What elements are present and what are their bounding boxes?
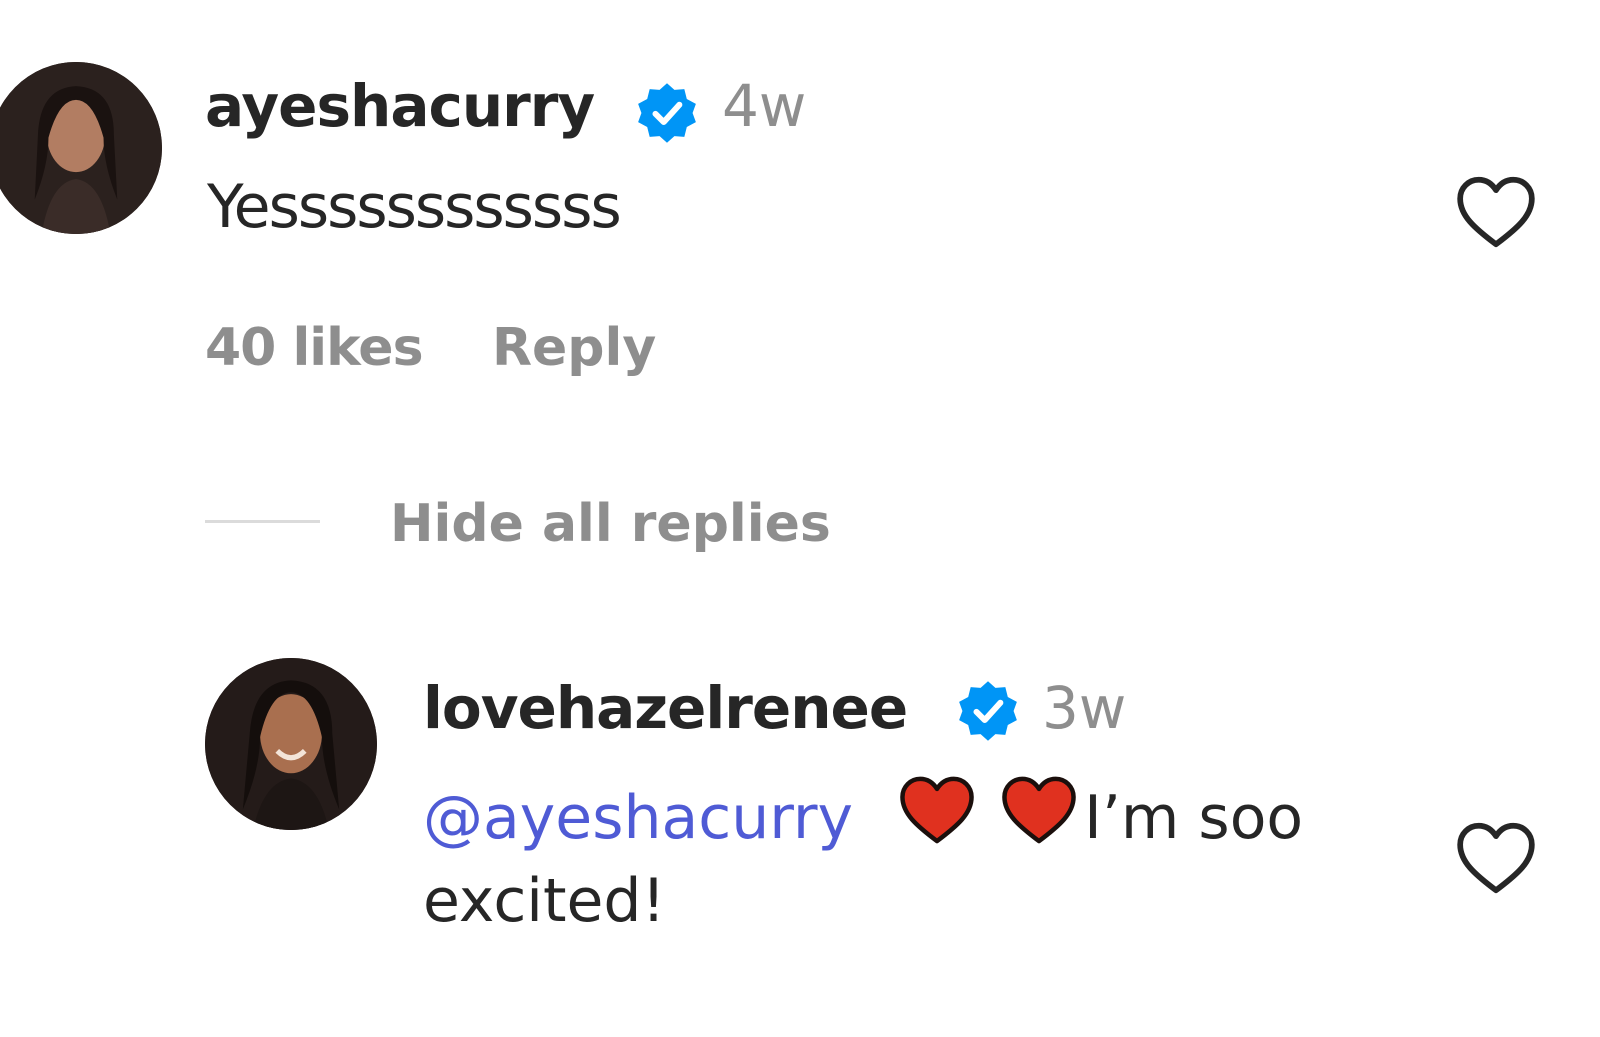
hide-replies-button[interactable]: Hide all replies xyxy=(390,494,831,554)
reply-button[interactable]: Reply xyxy=(492,318,656,378)
heart-outline-icon[interactable] xyxy=(1453,818,1539,898)
reply-avatar[interactable] xyxy=(205,658,377,830)
red-heart-emoji-icon xyxy=(1002,776,1076,844)
avatar-image xyxy=(0,62,162,234)
reply-text-line1: @ayeshacurry I’m soo xyxy=(423,772,1303,853)
verified-badge-icon xyxy=(638,83,696,143)
comment-timestamp[interactable]: 4w xyxy=(722,72,806,140)
red-heart-emoji-icon xyxy=(900,776,974,844)
likes-count[interactable]: 40 likes xyxy=(205,318,424,378)
reply-username[interactable]: lovehazelrenee xyxy=(423,674,908,742)
verified-badge-icon xyxy=(959,681,1017,741)
replies-divider xyxy=(205,520,320,523)
reply-text-line2: excited! xyxy=(423,866,666,936)
comment-text: Yessssssssssss xyxy=(207,172,622,242)
avatar-image xyxy=(205,658,377,830)
comments-thread: ayeshacurry 4w Yessssssssssss 40 likes R… xyxy=(0,0,1600,1037)
reply-text: I’m soo xyxy=(1084,783,1304,853)
heart-outline-icon[interactable] xyxy=(1453,172,1539,252)
reply-timestamp[interactable]: 3w xyxy=(1042,674,1126,742)
avatar[interactable] xyxy=(0,62,162,234)
mention-link[interactable]: @ayeshacurry xyxy=(423,783,853,853)
comment-username[interactable]: ayeshacurry xyxy=(205,72,595,140)
